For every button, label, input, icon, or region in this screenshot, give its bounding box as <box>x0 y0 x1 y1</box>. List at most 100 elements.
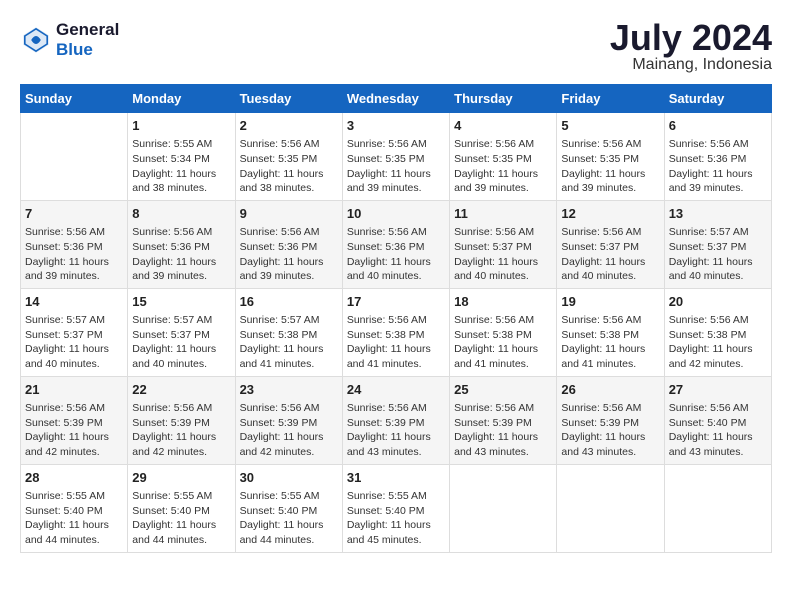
day-cell <box>664 464 771 552</box>
day-number: 8 <box>132 205 230 223</box>
day-number: 16 <box>240 293 338 311</box>
day-cell: 13 Sunrise: 5:57 AM Sunset: 5:37 PM Dayli… <box>664 200 771 288</box>
day-cell: 22 Sunrise: 5:56 AM Sunset: 5:39 PM Dayli… <box>128 376 235 464</box>
day-info: Sunrise: 5:57 AM Sunset: 5:37 PM Dayligh… <box>669 225 767 284</box>
day-cell: 4 Sunrise: 5:56 AM Sunset: 5:35 PM Daylig… <box>450 113 557 201</box>
day-cell: 17 Sunrise: 5:56 AM Sunset: 5:38 PM Dayli… <box>342 288 449 376</box>
col-header-wednesday: Wednesday <box>342 85 449 113</box>
logo: General Blue <box>20 20 119 60</box>
day-info: Sunrise: 5:55 AM Sunset: 5:40 PM Dayligh… <box>25 489 123 548</box>
day-info: Sunrise: 5:56 AM Sunset: 5:36 PM Dayligh… <box>132 225 230 284</box>
day-info: Sunrise: 5:56 AM Sunset: 5:39 PM Dayligh… <box>454 401 552 460</box>
day-cell: 27 Sunrise: 5:56 AM Sunset: 5:40 PM Dayli… <box>664 376 771 464</box>
day-info: Sunrise: 5:56 AM Sunset: 5:38 PM Dayligh… <box>454 313 552 372</box>
day-info: Sunrise: 5:57 AM Sunset: 5:37 PM Dayligh… <box>25 313 123 372</box>
day-cell: 30 Sunrise: 5:55 AM Sunset: 5:40 PM Dayli… <box>235 464 342 552</box>
day-number: 13 <box>669 205 767 223</box>
day-info: Sunrise: 5:56 AM Sunset: 5:35 PM Dayligh… <box>454 137 552 196</box>
day-info: Sunrise: 5:56 AM Sunset: 5:39 PM Dayligh… <box>347 401 445 460</box>
day-info: Sunrise: 5:56 AM Sunset: 5:37 PM Dayligh… <box>454 225 552 284</box>
day-number: 12 <box>561 205 659 223</box>
day-info: Sunrise: 5:56 AM Sunset: 5:39 PM Dayligh… <box>132 401 230 460</box>
day-info: Sunrise: 5:56 AM Sunset: 5:39 PM Dayligh… <box>240 401 338 460</box>
week-row-2: 7 Sunrise: 5:56 AM Sunset: 5:36 PM Daylig… <box>21 200 772 288</box>
day-number: 7 <box>25 205 123 223</box>
day-cell: 6 Sunrise: 5:56 AM Sunset: 5:36 PM Daylig… <box>664 113 771 201</box>
col-header-thursday: Thursday <box>450 85 557 113</box>
day-number: 20 <box>669 293 767 311</box>
day-info: Sunrise: 5:56 AM Sunset: 5:36 PM Dayligh… <box>240 225 338 284</box>
week-row-5: 28Sunrise: 5:55 AM Sunset: 5:40 PM Dayli… <box>21 464 772 552</box>
calendar-header: SundayMondayTuesdayWednesdayThursdayFrid… <box>21 85 772 113</box>
day-number: 18 <box>454 293 552 311</box>
day-info: Sunrise: 5:56 AM Sunset: 5:38 PM Dayligh… <box>347 313 445 372</box>
day-cell: 16 Sunrise: 5:57 AM Sunset: 5:38 PM Dayli… <box>235 288 342 376</box>
day-info: Sunrise: 5:56 AM Sunset: 5:39 PM Dayligh… <box>25 401 123 460</box>
col-header-monday: Monday <box>128 85 235 113</box>
week-row-4: 21 Sunrise: 5:56 AM Sunset: 5:39 PM Dayli… <box>21 376 772 464</box>
day-cell: 19 Sunrise: 5:56 AM Sunset: 5:38 PM Dayli… <box>557 288 664 376</box>
day-cell <box>21 113 128 201</box>
logo-icon <box>20 24 52 56</box>
day-number: 2 <box>240 117 338 135</box>
day-info: Sunrise: 5:57 AM Sunset: 5:37 PM Dayligh… <box>132 313 230 372</box>
day-cell: 14 Sunrise: 5:57 AM Sunset: 5:37 PM Dayli… <box>21 288 128 376</box>
day-info: Sunrise: 5:57 AM Sunset: 5:38 PM Dayligh… <box>240 313 338 372</box>
day-number: 6 <box>669 117 767 135</box>
day-cell: 5 Sunrise: 5:56 AM Sunset: 5:35 PM Daylig… <box>557 113 664 201</box>
day-cell: 24 Sunrise: 5:56 AM Sunset: 5:39 PM Dayli… <box>342 376 449 464</box>
day-number: 14 <box>25 293 123 311</box>
day-info: Sunrise: 5:56 AM Sunset: 5:37 PM Dayligh… <box>561 225 659 284</box>
logo-text: General Blue <box>56 20 119 60</box>
day-number: 17 <box>347 293 445 311</box>
day-number: 22 <box>132 381 230 399</box>
day-cell: 11 Sunrise: 5:56 AM Sunset: 5:37 PM Dayli… <box>450 200 557 288</box>
day-cell: 15Sunrise: 5:57 AM Sunset: 5:37 PM Dayli… <box>128 288 235 376</box>
col-header-tuesday: Tuesday <box>235 85 342 113</box>
day-number: 25 <box>454 381 552 399</box>
col-header-friday: Friday <box>557 85 664 113</box>
day-info: Sunrise: 5:56 AM Sunset: 5:39 PM Dayligh… <box>561 401 659 460</box>
day-cell <box>557 464 664 552</box>
day-number: 27 <box>669 381 767 399</box>
day-number: 3 <box>347 117 445 135</box>
day-number: 5 <box>561 117 659 135</box>
day-cell: 20 Sunrise: 5:56 AM Sunset: 5:38 PM Dayli… <box>664 288 771 376</box>
day-cell: 26 Sunrise: 5:56 AM Sunset: 5:39 PM Dayli… <box>557 376 664 464</box>
day-cell: 10 Sunrise: 5:56 AM Sunset: 5:36 PM Dayli… <box>342 200 449 288</box>
day-number: 19 <box>561 293 659 311</box>
day-cell: 23 Sunrise: 5:56 AM Sunset: 5:39 PM Dayli… <box>235 376 342 464</box>
month-title: July 2024 <box>610 20 772 56</box>
day-number: 11 <box>454 205 552 223</box>
week-row-1: 1 Sunrise: 5:55 AM Sunset: 5:34 PM Daylig… <box>21 113 772 201</box>
day-number: 1 <box>132 117 230 135</box>
day-info: Sunrise: 5:56 AM Sunset: 5:38 PM Dayligh… <box>561 313 659 372</box>
day-info: Sunrise: 5:55 AM Sunset: 5:40 PM Dayligh… <box>132 489 230 548</box>
day-info: Sunrise: 5:56 AM Sunset: 5:36 PM Dayligh… <box>25 225 123 284</box>
day-info: Sunrise: 5:56 AM Sunset: 5:35 PM Dayligh… <box>347 137 445 196</box>
day-number: 4 <box>454 117 552 135</box>
day-info: Sunrise: 5:55 AM Sunset: 5:40 PM Dayligh… <box>347 489 445 548</box>
day-number: 30 <box>240 469 338 487</box>
day-cell: 21 Sunrise: 5:56 AM Sunset: 5:39 PM Dayli… <box>21 376 128 464</box>
week-row-3: 14 Sunrise: 5:57 AM Sunset: 5:37 PM Dayli… <box>21 288 772 376</box>
day-number: 26 <box>561 381 659 399</box>
day-cell: 29Sunrise: 5:55 AM Sunset: 5:40 PM Dayli… <box>128 464 235 552</box>
day-number: 31 <box>347 469 445 487</box>
day-info: Sunrise: 5:56 AM Sunset: 5:36 PM Dayligh… <box>347 225 445 284</box>
day-number: 24 <box>347 381 445 399</box>
day-cell: 25 Sunrise: 5:56 AM Sunset: 5:39 PM Dayli… <box>450 376 557 464</box>
title-block: July 2024 Mainang, Indonesia <box>610 20 772 74</box>
calendar-table: SundayMondayTuesdayWednesdayThursdayFrid… <box>20 84 772 553</box>
day-info: Sunrise: 5:55 AM Sunset: 5:34 PM Dayligh… <box>132 137 230 196</box>
day-info: Sunrise: 5:56 AM Sunset: 5:38 PM Dayligh… <box>669 313 767 372</box>
day-number: 21 <box>25 381 123 399</box>
page-header: General Blue July 2024 Mainang, Indonesi… <box>20 20 772 74</box>
day-info: Sunrise: 5:56 AM Sunset: 5:40 PM Dayligh… <box>669 401 767 460</box>
day-info: Sunrise: 5:56 AM Sunset: 5:35 PM Dayligh… <box>561 137 659 196</box>
col-header-sunday: Sunday <box>21 85 128 113</box>
day-info: Sunrise: 5:56 AM Sunset: 5:36 PM Dayligh… <box>669 137 767 196</box>
day-number: 10 <box>347 205 445 223</box>
day-number: 23 <box>240 381 338 399</box>
day-info: Sunrise: 5:55 AM Sunset: 5:40 PM Dayligh… <box>240 489 338 548</box>
